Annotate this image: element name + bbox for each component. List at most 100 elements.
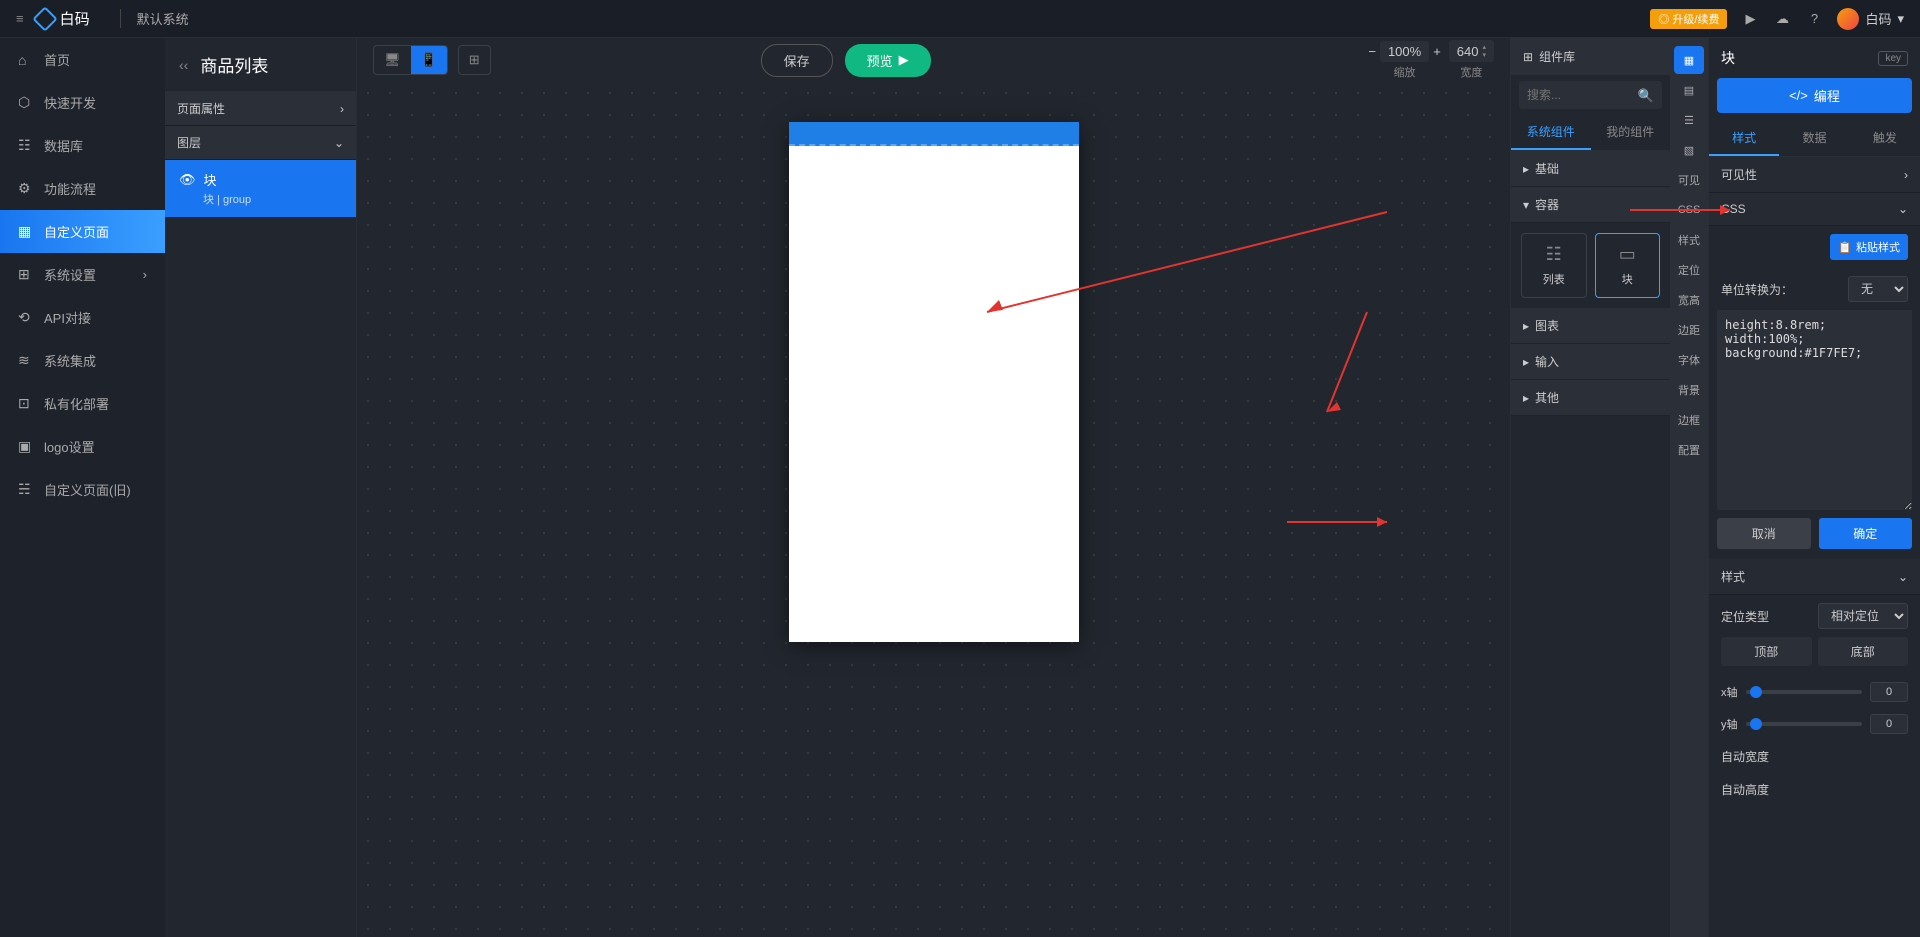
nav-database[interactable]: ☷数据库 (0, 124, 165, 167)
cloud-icon[interactable]: ☁ (1773, 10, 1791, 28)
menu-toggle-icon[interactable]: ≡ (16, 11, 24, 26)
nav-quickdev[interactable]: ⬡快速开发 (0, 81, 165, 124)
rail-style[interactable]: 样式 (1674, 226, 1704, 254)
y-input[interactable] (1870, 714, 1908, 734)
canvas-toolbar: 🖥 📱 ⊞ 保存 预览▶ − 100% + 缩放 640▴▾ (357, 38, 1510, 82)
layers-icon: ≋ (18, 352, 34, 369)
paste-style-button[interactable]: 📋粘贴样式 (1830, 234, 1908, 260)
visibility-section[interactable]: 可见性› (1709, 157, 1920, 193)
x-slider[interactable] (1746, 690, 1863, 694)
bottom-button[interactable]: 底部 (1818, 637, 1909, 666)
back-button[interactable]: ‹‹ (179, 57, 188, 73)
nav-settings[interactable]: ⊞系统设置 (0, 253, 165, 296)
rail-font[interactable]: 字体 (1674, 346, 1704, 374)
category-container[interactable]: ▾容器 (1511, 187, 1670, 223)
rail-size[interactable]: 宽高 (1674, 286, 1704, 314)
rail-css[interactable]: CSS (1674, 196, 1704, 224)
category-input[interactable]: ▸输入 (1511, 344, 1670, 380)
nav-home[interactable]: ⌂首页 (0, 38, 165, 81)
server-icon: ⊡ (18, 395, 34, 412)
style-section[interactable]: 样式⌄ (1709, 559, 1920, 595)
nav-logo[interactable]: ▣logo设置 (0, 425, 165, 468)
confirm-button[interactable]: 确定 (1819, 518, 1913, 549)
preview-button[interactable]: 预览▶ (845, 44, 931, 77)
tab-system-components[interactable]: 系统组件 (1511, 115, 1591, 150)
tab-trigger[interactable]: 触发 (1850, 121, 1920, 156)
zoom-in[interactable]: + (1433, 44, 1441, 59)
help-icon[interactable]: ? (1805, 10, 1823, 28)
rail-position[interactable]: 定位 (1674, 256, 1704, 284)
canvas-area: 🖥 📱 ⊞ 保存 预览▶ − 100% + 缩放 640▴▾ (357, 38, 1510, 937)
layers-section[interactable]: 图层⌄ (165, 126, 356, 160)
category-chart[interactable]: ▸图表 (1511, 308, 1670, 344)
tab-style[interactable]: 样式 (1709, 121, 1779, 156)
component-block[interactable]: ▭块 (1595, 233, 1661, 298)
nav-flow[interactable]: ⚙功能流程 (0, 167, 165, 210)
rail-visible[interactable]: 可见 (1674, 166, 1704, 194)
category-basic[interactable]: ▸基础 (1511, 151, 1670, 187)
search-icon[interactable]: 🔍 (1638, 88, 1654, 104)
properties-panel: 块 key </>编程 样式 数据 触发 可见性› CSS⌄ 📋粘贴样式 单位转… (1708, 38, 1920, 937)
rail-border[interactable]: 边框 (1674, 406, 1704, 434)
cancel-button[interactable]: 取消 (1717, 518, 1811, 549)
rail-margin[interactable]: 边距 (1674, 316, 1704, 344)
settings-icon: ⊞ (18, 266, 34, 283)
position-select[interactable]: 相对定位 (1818, 603, 1908, 629)
code-button[interactable]: </>编程 (1717, 78, 1912, 113)
clipboard-icon: 📋 (1838, 241, 1852, 254)
user-name: 白码 (1865, 9, 1891, 28)
nav-private[interactable]: ⊡私有化部署 (0, 382, 165, 425)
top-button[interactable]: 顶部 (1721, 637, 1812, 666)
api-icon: ⟲ (18, 309, 34, 326)
x-input[interactable] (1870, 682, 1908, 702)
zoom-out[interactable]: − (1368, 44, 1376, 59)
grid-toggle[interactable]: ⊞ (458, 45, 491, 75)
viewport-desktop[interactable]: 🖥 (374, 46, 411, 74)
unit-select[interactable]: 无 (1848, 276, 1908, 302)
key-badge[interactable]: key (1878, 51, 1908, 66)
user-menu[interactable]: 白码 ▾ (1837, 8, 1904, 30)
system-name: 默认系统 (120, 9, 189, 28)
component-list[interactable]: ☷列表 (1521, 233, 1587, 298)
eye-icon[interactable]: 👁 (179, 172, 196, 188)
x-axis-label: x轴 (1721, 684, 1738, 700)
code-icon: </> (1789, 88, 1808, 103)
chevron-right-icon: ▸ (1523, 355, 1529, 369)
canvas-viewport[interactable] (357, 82, 1510, 937)
category-other[interactable]: ▸其他 (1511, 380, 1670, 416)
css-textarea[interactable]: height:8.8rem; width:100%; background:#1… (1717, 310, 1912, 510)
width-value[interactable]: 640▴▾ (1449, 40, 1494, 62)
zoom-value[interactable]: 100% (1380, 41, 1429, 62)
y-slider[interactable] (1746, 722, 1863, 726)
nav-api[interactable]: ⟲API对接 (0, 296, 165, 339)
chevron-down-icon: ⌄ (1898, 202, 1908, 216)
css-section[interactable]: CSS⌄ (1709, 193, 1920, 226)
page-old-icon: ☵ (18, 481, 34, 498)
viewport-mobile[interactable]: 📱 (411, 46, 447, 74)
rail-doc[interactable]: ▤ (1674, 76, 1704, 104)
tab-my-components[interactable]: 我的组件 (1591, 115, 1671, 150)
props-title: 块 (1721, 48, 1735, 68)
rail-image[interactable]: ▧ (1674, 136, 1704, 164)
nav-custompage[interactable]: ▦自定义页面 (0, 210, 165, 253)
page-attr-section[interactable]: 页面属性› (165, 92, 356, 126)
rail-config[interactable]: 配置 (1674, 436, 1704, 464)
rail-grid[interactable]: ▦ (1674, 46, 1704, 74)
upgrade-button[interactable]: ◎ 升级/续费 (1650, 9, 1727, 29)
device-frame[interactable] (789, 122, 1079, 642)
layer-block[interactable]: 👁块 块 | group (165, 160, 356, 217)
rail-list[interactable]: ☰ (1674, 106, 1704, 134)
rail-background[interactable]: 背景 (1674, 376, 1704, 404)
nav-integration[interactable]: ≋系统集成 (0, 339, 165, 382)
save-button[interactable]: 保存 (761, 44, 833, 77)
logo[interactable]: 白码 (36, 8, 90, 29)
complib-header: ⊞组件库 (1511, 38, 1670, 75)
auto-width-label: 自动宽度 (1721, 748, 1769, 765)
block-element[interactable] (789, 122, 1079, 146)
chevron-down-icon: ▾ (1897, 11, 1904, 27)
chevron-down-icon: ▾ (1523, 198, 1529, 212)
nav-custompage-old[interactable]: ☵自定义页面(旧) (0, 468, 165, 511)
y-axis-label: y轴 (1721, 716, 1738, 732)
tab-data[interactable]: 数据 (1779, 121, 1849, 156)
play-icon[interactable]: ▶ (1741, 10, 1759, 28)
